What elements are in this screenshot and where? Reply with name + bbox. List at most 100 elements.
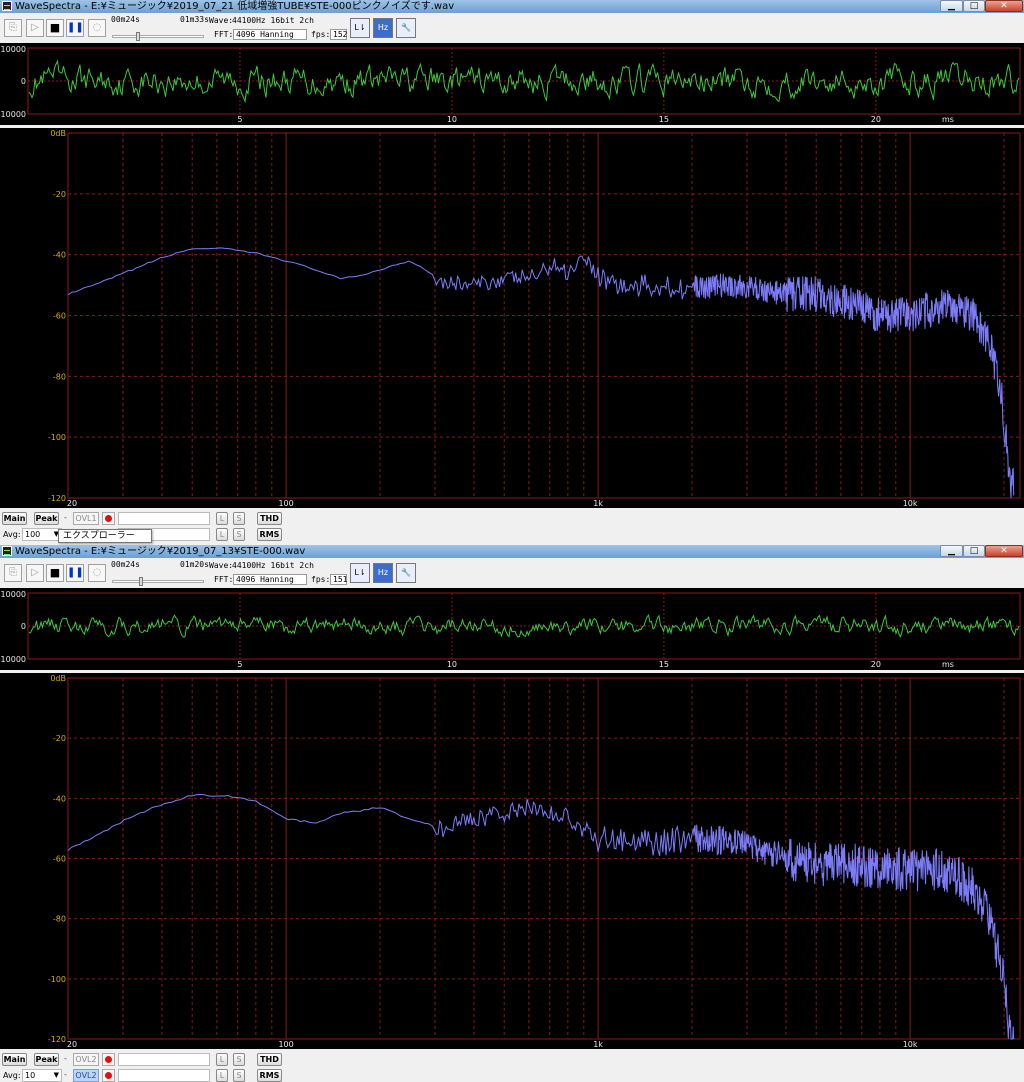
- elapsed-time: 00m24s: [111, 560, 140, 569]
- settings-wrench-icon[interactable]: 🔧: [396, 563, 416, 583]
- waveform-panel: 5 10 15 20 ms 10000 0 -10000: [0, 43, 1024, 125]
- stereo-button[interactable]: S: [233, 512, 245, 525]
- ovl-indicator[interactable]: OVL1: [73, 512, 99, 525]
- position-slider[interactable]: [112, 32, 204, 41]
- waveform-x-tick-label: 15: [659, 115, 669, 124]
- waveform-x-unit: ms: [942, 660, 954, 669]
- minimize-button[interactable]: ▁: [940, 545, 963, 557]
- maximize-button[interactable]: □: [963, 0, 985, 12]
- control-bar: Main Peak - OVL1 L S THD Avg: 100▼ - L S…: [0, 509, 1024, 545]
- fft-label: FFT:: [214, 30, 234, 39]
- fps-value: 152: [330, 29, 347, 40]
- settings-wrench-icon[interactable]: 🔧: [396, 18, 416, 38]
- avg-label: Avg:: [3, 1071, 21, 1080]
- fps-value: 151: [330, 574, 347, 585]
- waveform-plot: 5 10 15 20 ms 10000 0 -10000: [0, 45, 1021, 124]
- ovl-indicator-active[interactable]: OVL2: [73, 1069, 99, 1082]
- spectrum-x-tick-label: 100: [278, 499, 293, 508]
- linear-log-icon[interactable]: L⇂: [350, 18, 370, 38]
- peak-value-field: [118, 1053, 210, 1066]
- waveform-y-tick-label: -10000: [0, 655, 26, 664]
- spectrum-y-tick-label: -80: [53, 372, 66, 381]
- spectrum-y-tick-label: -80: [53, 915, 66, 924]
- open-file-icon[interactable]: ⎘: [4, 19, 22, 37]
- linear-log-icon[interactable]: L⇂: [350, 563, 370, 583]
- fft-setting[interactable]: 4096 Hanning: [233, 574, 307, 585]
- main-button[interactable]: Main: [2, 512, 27, 525]
- rms-button[interactable]: RMS: [257, 1069, 282, 1082]
- open-file-icon[interactable]: ⎘: [4, 564, 22, 582]
- slider-thumb[interactable]: [139, 577, 144, 586]
- record-button[interactable]: [102, 512, 115, 525]
- spectrum-y-tick-label: -100: [48, 433, 66, 442]
- spectrum-y-tick-label: -120: [48, 1035, 66, 1044]
- left-channel-button-2[interactable]: L: [216, 528, 228, 541]
- peak-value-field: [118, 512, 210, 525]
- record-button[interactable]: [102, 1053, 115, 1066]
- avg-value: 10: [25, 1071, 36, 1080]
- pause-icon[interactable]: ❚❚: [66, 19, 84, 37]
- close-button[interactable]: ✕: [985, 545, 1023, 557]
- separator: -: [64, 1070, 67, 1079]
- waveform-x-tick-label: 10: [447, 660, 457, 669]
- hz-scale-icon[interactable]: Hz: [373, 18, 393, 38]
- window-title: WaveSpectra - E:¥ミュージック¥2019_07_13¥STE-0…: [15, 546, 306, 557]
- record-icon[interactable]: ◌: [88, 564, 106, 582]
- thd-button[interactable]: THD: [257, 1053, 282, 1066]
- separator: -: [64, 1054, 67, 1063]
- waveform-y-tick-label: -10000: [0, 110, 26, 119]
- toolbar: ⎘ ▷ ■ ❚❚ ◌ 00m24s 01m33s Wave: 44100Hz 1…: [0, 13, 1024, 43]
- fft-setting[interactable]: 4096 Hanning: [233, 29, 307, 40]
- left-channel-button-2[interactable]: L: [216, 1069, 228, 1082]
- play-icon[interactable]: ▷: [26, 19, 44, 37]
- record-button-2[interactable]: [102, 1069, 115, 1082]
- stereo-button-2[interactable]: S: [233, 528, 245, 541]
- stereo-button-2[interactable]: S: [233, 1069, 245, 1082]
- avg-select[interactable]: 100 ▼: [22, 528, 62, 541]
- app-icon: [2, 1, 12, 11]
- close-button[interactable]: ✕: [985, 0, 1023, 12]
- spectrum-x-tick-label: 100: [278, 1040, 293, 1049]
- ovl-indicator[interactable]: OVL2: [73, 1053, 99, 1066]
- spectrum-x-tick-label: 20: [67, 499, 77, 508]
- record-icon[interactable]: ◌: [88, 19, 106, 37]
- stereo-button[interactable]: S: [233, 1053, 245, 1066]
- title-bar[interactable]: WaveSpectra - E:¥ミュージック¥2019_07_13¥STE-0…: [0, 545, 1024, 558]
- pause-icon[interactable]: ❚❚: [66, 564, 84, 582]
- hz-scale-icon[interactable]: Hz: [373, 563, 393, 583]
- position-slider[interactable]: [112, 577, 204, 586]
- spectrum-y-tick-label: -60: [53, 855, 66, 864]
- peak-button[interactable]: Peak: [34, 512, 59, 525]
- waveform-panel: 5 10 15 20 ms 10000 0 -10000: [0, 588, 1024, 670]
- play-icon[interactable]: ▷: [26, 564, 44, 582]
- spectrum-trace: [67, 247, 1015, 499]
- avg-select[interactable]: 10 ▼: [22, 1069, 62, 1082]
- peak-button[interactable]: Peak: [34, 1053, 59, 1066]
- avg-label: Avg:: [3, 530, 21, 539]
- fps-label: fps:: [311, 575, 331, 584]
- stop-icon[interactable]: ■: [46, 564, 64, 582]
- left-channel-button[interactable]: L: [216, 512, 228, 525]
- waveform-x-tick-label: 20: [871, 660, 881, 669]
- spectrum-plot: 0dB -20 -40 -60 -80 -100 -12020 100 1k 10k: [48, 674, 1021, 1049]
- left-channel-button[interactable]: L: [216, 1053, 228, 1066]
- stop-icon[interactable]: ■: [46, 19, 64, 37]
- waveform-x-tick-label: 5: [237, 115, 242, 124]
- title-bar[interactable]: WaveSpectra - E:¥ミュージック¥2019_07_21 低域増強T…: [0, 0, 1024, 13]
- main-button[interactable]: Main: [2, 1053, 27, 1066]
- spectrum-y-tick-label: -40: [53, 251, 66, 260]
- wave-info: 44100Hz 16bit 2ch: [232, 16, 314, 25]
- minimize-button[interactable]: ▁: [940, 0, 963, 12]
- spectrum-y-tick-label: 0dB: [50, 674, 66, 683]
- spectrum-panel: 0dB -20 -40 -60 -80 -100 -120 20 100 1k 10k: [0, 128, 1024, 508]
- slider-thumb[interactable]: [135, 32, 140, 41]
- waveform-x-unit: ms: [942, 115, 954, 124]
- fft-label: FFT:: [214, 575, 234, 584]
- app-icon: [2, 546, 12, 556]
- thd-button[interactable]: THD: [257, 512, 282, 525]
- spectrum-y-tick-label: -100: [48, 975, 66, 984]
- rms-button[interactable]: RMS: [257, 528, 282, 541]
- spectrum-panel: 0dB -20 -40 -60 -80 -100 -120 20 100 1k 10k: [0, 673, 1024, 1049]
- maximize-button[interactable]: □: [963, 545, 985, 557]
- spectrum-x-tick-label: 20: [67, 1040, 77, 1049]
